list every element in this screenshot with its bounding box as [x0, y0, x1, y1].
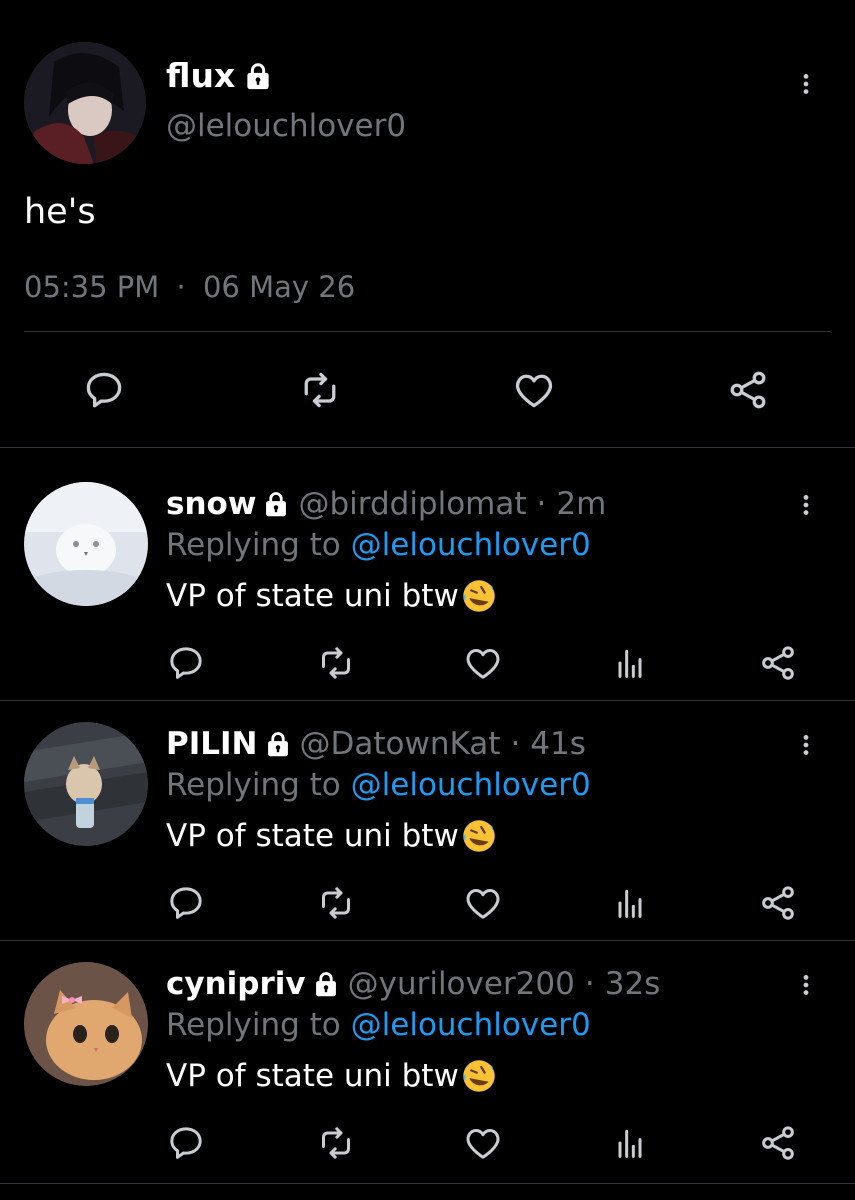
- lock-icon: [243, 61, 273, 91]
- share-icon[interactable]: [758, 883, 798, 923]
- rofl-emoji: [461, 1058, 497, 1094]
- reply-text: VP of state uni btw: [166, 816, 497, 856]
- replying-to: Replying to @lelouchlover0: [166, 525, 591, 565]
- share-icon[interactable]: [726, 368, 770, 412]
- reply-author-name[interactable]: PILIN: [166, 724, 258, 764]
- retweet-icon[interactable]: [316, 1123, 356, 1163]
- replying-label: Replying to: [166, 767, 341, 803]
- views-icon[interactable]: [610, 883, 650, 923]
- like-icon[interactable]: [512, 368, 556, 412]
- divider: [0, 1183, 855, 1184]
- reply-age: 2m: [556, 486, 607, 522]
- timestamp-separator: ·: [176, 270, 186, 304]
- lock-icon: [262, 490, 290, 518]
- divider: [0, 940, 855, 941]
- reply-header: cynipriv @yurilover200 · 32s: [166, 964, 660, 1004]
- separator-dot: ·: [510, 726, 521, 762]
- reply-avatar-pilin[interactable]: [24, 722, 148, 846]
- divider: [0, 700, 855, 701]
- reply-header: snow @birddiplomat · 2m: [166, 484, 606, 524]
- separator-dot: ·: [536, 486, 547, 522]
- author-name-row[interactable]: flux: [166, 56, 273, 96]
- reply-icon[interactable]: [166, 643, 206, 683]
- replying-to-mention[interactable]: @lelouchlover0: [351, 1007, 591, 1043]
- views-icon[interactable]: [610, 643, 650, 683]
- author-handle[interactable]: @lelouchlover0: [166, 106, 406, 146]
- reply-text: VP of state uni btw: [166, 576, 497, 616]
- divider: [0, 447, 855, 448]
- reply-author-name[interactable]: cynipriv: [166, 964, 306, 1004]
- like-icon[interactable]: [463, 1123, 503, 1163]
- rofl-emoji: [461, 578, 497, 614]
- author-avatar[interactable]: [24, 42, 146, 164]
- reply-body: VP of state uni btw: [166, 1058, 459, 1094]
- more-icon[interactable]: [793, 728, 819, 766]
- replying-to-mention[interactable]: @lelouchlover0: [351, 767, 591, 803]
- like-icon[interactable]: [463, 883, 503, 923]
- reply-avatar-cynipriv[interactable]: [24, 962, 148, 1086]
- reply-avatar-snow[interactable]: [24, 482, 148, 606]
- tweet-date: 06 May 26: [202, 270, 356, 304]
- replying-label: Replying to: [166, 1007, 341, 1043]
- reply-text: VP of state uni btw: [166, 1056, 497, 1096]
- tweet-timestamp[interactable]: 05:35 PM · 06 May 26: [24, 268, 355, 306]
- more-icon[interactable]: [793, 488, 819, 526]
- reply-author-handle[interactable]: @DatownKat: [300, 724, 501, 764]
- separator-dot: ·: [584, 966, 595, 1002]
- reply-author-handle[interactable]: @yurilover200: [348, 964, 575, 1004]
- reply-author-handle[interactable]: @birddiplomat: [298, 484, 526, 524]
- lock-icon: [264, 730, 292, 758]
- reply-author-name[interactable]: snow: [166, 484, 256, 524]
- rofl-emoji: [461, 818, 497, 854]
- reply-header: PILIN @DatownKat · 41s: [166, 724, 586, 764]
- more-icon[interactable]: [793, 968, 819, 1006]
- share-icon[interactable]: [758, 1123, 798, 1163]
- divider: [24, 331, 831, 332]
- reply-icon[interactable]: [82, 368, 126, 412]
- replying-label: Replying to: [166, 527, 341, 563]
- replying-to: Replying to @lelouchlover0: [166, 765, 591, 805]
- tweet-text: he's: [24, 192, 96, 232]
- lock-icon: [312, 970, 340, 998]
- share-icon[interactable]: [758, 643, 798, 683]
- replying-to-mention[interactable]: @lelouchlover0: [351, 527, 591, 563]
- more-icon[interactable]: [793, 66, 819, 106]
- views-icon[interactable]: [610, 1123, 650, 1163]
- retweet-icon[interactable]: [298, 368, 342, 412]
- reply-body: VP of state uni btw: [166, 578, 459, 614]
- tweet-time: 05:35 PM: [24, 270, 160, 304]
- reply-icon[interactable]: [166, 883, 206, 923]
- retweet-icon[interactable]: [316, 883, 356, 923]
- reply-icon[interactable]: [166, 1123, 206, 1163]
- like-icon[interactable]: [463, 643, 503, 683]
- reply-age: 32s: [604, 966, 661, 1002]
- author-name[interactable]: flux: [166, 56, 235, 96]
- replying-to: Replying to @lelouchlover0: [166, 1005, 591, 1045]
- reply-body: VP of state uni btw: [166, 818, 459, 854]
- reply-age: 41s: [530, 726, 586, 762]
- retweet-icon[interactable]: [316, 643, 356, 683]
